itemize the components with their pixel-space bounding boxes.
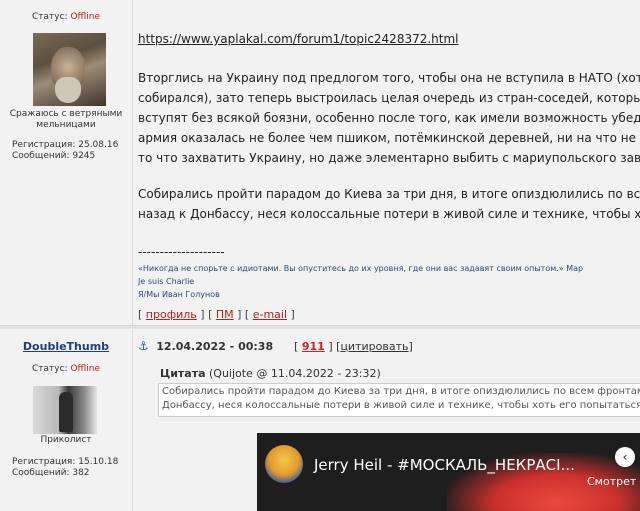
post-date: 12.04.2022 - 00:38 [156, 340, 274, 353]
user-stats: Регистрация: 15.10.18 Сообщений: 382 [12, 457, 118, 479]
signature-line: Я/Мы Иван Голунов [138, 290, 220, 299]
status-line-2: Статус: Offline [0, 364, 132, 374]
profile-link[interactable]: профиль [146, 308, 197, 321]
message-count: Сообщений: 9245 [12, 151, 96, 161]
signature-line: Je suis Charlie [138, 277, 195, 286]
quote-link[interactable]: цитировать [340, 340, 408, 353]
post-body-line: Вторглись на Украину под предлогом того,… [138, 71, 640, 85]
video-title[interactable]: Jerry Heil - #МОСКАЛЬ_НЕКРАСІ... [314, 456, 575, 474]
avatar[interactable] [33, 386, 97, 434]
embedded-video[interactable]: Jerry Heil - #МОСКАЛЬ_НЕКРАСІ... ‹ Смотр… [257, 433, 640, 511]
status-label: Статус: [32, 364, 68, 374]
status-label: Статус: [32, 12, 68, 22]
signature: «Никогда не спорьте с идиотами. Вы опуст… [138, 262, 583, 301]
registration-date: Регистрация: 15.10.18 [12, 457, 119, 467]
post-content-column: https://www.yaplakal.com/forum1/topic242… [133, 0, 640, 511]
pm-link[interactable]: ПМ [216, 308, 234, 321]
status-value: Offline [70, 12, 100, 22]
quote-label: Цитата [160, 367, 206, 380]
bracket: ] [290, 308, 295, 321]
avatar-figure [59, 392, 73, 432]
post-body-line: назад к Донбассу, неся колоссальные поте… [138, 207, 640, 221]
quote-meta: (Quijote @ 11.04.2022 - 23:32) [209, 367, 381, 380]
registration-date: Регистрация: 25.08.16 [12, 140, 119, 150]
message-count: Сообщений: 382 [12, 468, 90, 478]
watch-label[interactable]: Смотрет [587, 475, 636, 488]
signature-quote: «Никогда не спорьте с идиотами. Вы опуст… [138, 264, 584, 273]
signature-divider: -------------------- [138, 245, 225, 259]
email-link[interactable]: e-mail [253, 308, 287, 321]
post-body-line: армия оказалась не более чем пшиком, пот… [138, 131, 640, 145]
post-separator [0, 325, 640, 329]
post-body-line: собирался), зато теперь выстроилась цела… [138, 91, 640, 105]
bracket: [ [294, 340, 299, 353]
share-icon[interactable]: ‹ [615, 447, 635, 467]
bracket: ] [408, 340, 413, 353]
status-line-1: Статус: Offline [0, 12, 132, 22]
bracket: ] [ [237, 308, 250, 321]
quote-line: Собирались пройти парадом до Киева за тр… [162, 386, 640, 397]
post-body-paragraph: Вторглись на Украину под предлогом того,… [138, 68, 640, 168]
user-caption-line: Сражаюсь с ветряными [9, 109, 123, 119]
topic-link[interactable]: https://www.yaplakal.com/forum1/topic242… [138, 32, 459, 46]
avatar-beard [55, 77, 81, 103]
post-actions: [ профиль ] [ ПМ ] [ e-mail ] [138, 308, 295, 321]
user-caption-line: мельницами [36, 120, 96, 130]
user-caption: Сражаюсь с ветряными мельницами [0, 109, 132, 131]
post-number-link[interactable]: 911 [302, 340, 325, 353]
status-value: Offline [70, 364, 100, 374]
post-body-line: то что захватить Украину, но даже элемен… [138, 151, 640, 165]
channel-avatar[interactable] [265, 445, 303, 483]
post-body-line: вступят без всякой боязни, особенно посл… [138, 111, 640, 125]
quote-box: Собирались пройти парадом до Киева за тр… [158, 383, 640, 417]
bracket: ] [ [200, 308, 213, 321]
anchor-icon[interactable]: ⚓ [138, 339, 149, 353]
user-info-column: Статус: Offline Сражаюсь с ветряными мел… [0, 0, 133, 511]
post-body-line: Собирались пройти парадом до Киева за тр… [138, 187, 640, 201]
bracket: [ [138, 308, 143, 321]
quote-line: Донбассу, неся колоссальные потери в жив… [162, 400, 640, 411]
bracket: ] [328, 340, 333, 353]
post-body-paragraph: Собирались пройти парадом до Киева за тр… [138, 184, 640, 224]
user-caption: Приколист [40, 435, 92, 445]
post-header: ⚓ 12.04.2022 - 00:38 [ 911 ] [цитировать… [138, 339, 413, 353]
username-link[interactable]: DoubleThumb [0, 340, 132, 353]
user-stats: Регистрация: 25.08.16 Сообщений: 9245 [12, 140, 118, 162]
avatar[interactable] [33, 33, 106, 106]
quote-header: Цитата (Quijote @ 11.04.2022 - 23:32) [160, 367, 381, 380]
